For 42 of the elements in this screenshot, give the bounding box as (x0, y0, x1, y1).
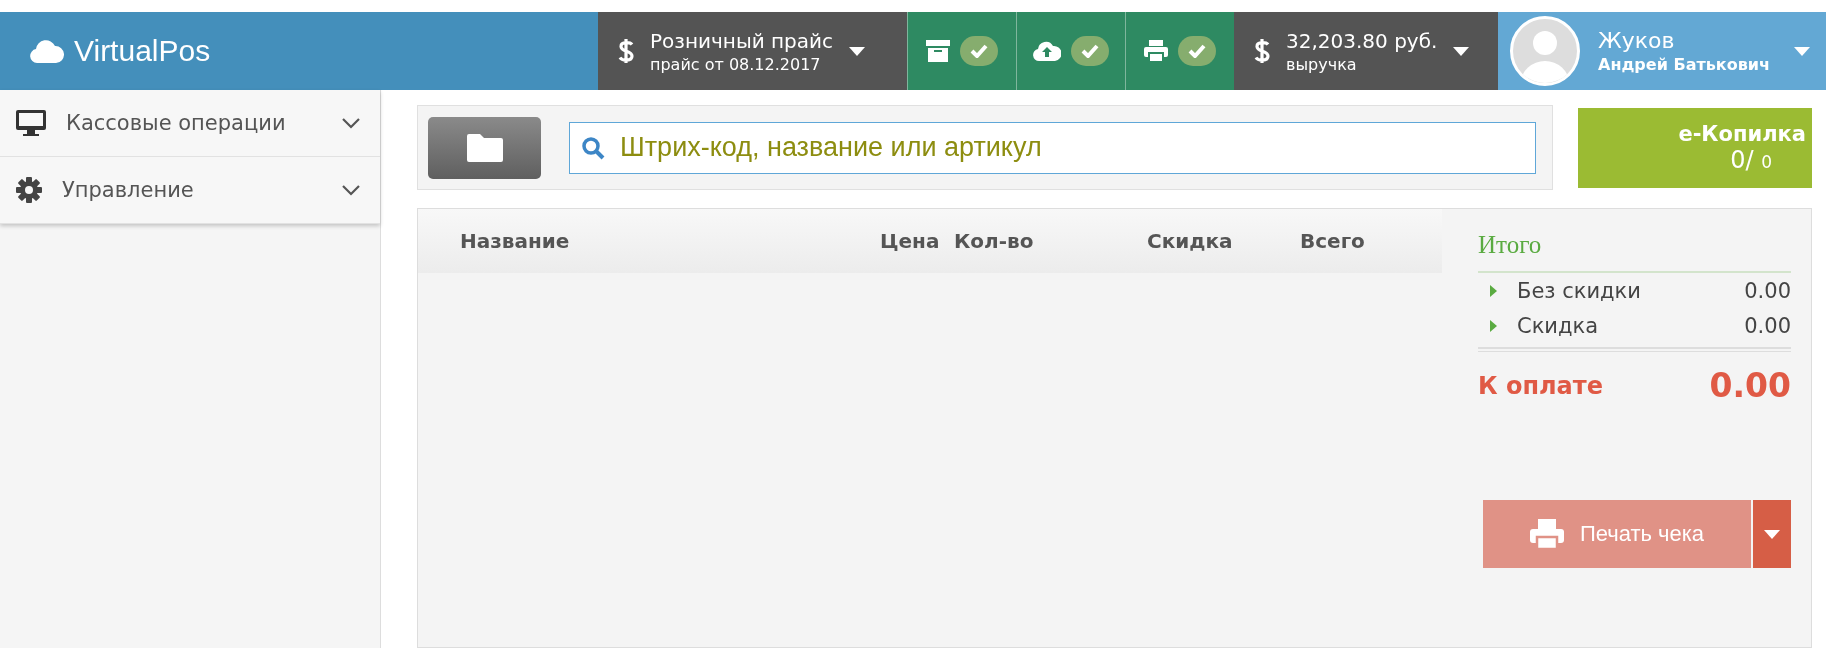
sidebar-item[interactable]: Кассовые операции (0, 90, 380, 157)
caret-icon (849, 46, 866, 56)
amount-due-value: 0.00 (1709, 366, 1791, 405)
dropdown-button[interactable] (1753, 500, 1791, 568)
column-header: Всего (1300, 229, 1366, 253)
price-list-dropdown[interactable]: Розничный прайс прайс от 08.12.2017 (598, 12, 907, 90)
total-value: 0.00 (1744, 278, 1791, 303)
column-header: Цена (880, 229, 941, 253)
sidebar-item[interactable]: Управление (0, 157, 380, 224)
caret-icon (1764, 529, 1780, 539)
status-button[interactable] (1125, 12, 1234, 90)
printer-icon (1529, 519, 1564, 549)
archive-box-icon (926, 40, 950, 62)
app-logo: VirtualPos (74, 34, 211, 68)
total-label: Скидка (1517, 313, 1600, 338)
status-button[interactable] (907, 12, 1016, 90)
caret-icon (1794, 46, 1810, 56)
folder-icon (466, 133, 503, 162)
column-header: Кол-во (954, 229, 1035, 253)
printer-icon (1144, 40, 1168, 62)
column-header: Скидка (1147, 229, 1234, 253)
total-label: Без скидки (1517, 278, 1642, 303)
total-value: 0.00 (1744, 313, 1791, 338)
triangle-icon (1490, 284, 1497, 297)
amount-due-label: К оплате (1478, 371, 1603, 400)
totals-title: Итого (1478, 231, 1791, 273)
caret-icon (1453, 46, 1470, 56)
search-icon (581, 135, 605, 160)
dollar-icon (618, 38, 634, 64)
piggy-bank-title: e-Копилка (1678, 122, 1806, 146)
gear-icon (16, 177, 42, 203)
search-field[interactable]: Штрих-код, название или артикул (569, 121, 1536, 174)
folder-button[interactable] (428, 116, 541, 179)
status-button[interactable] (1016, 12, 1125, 90)
dollar-icon (1254, 38, 1270, 64)
cloud-icon (30, 39, 64, 63)
revenue-dropdown[interactable]: 32,203.80 руб. выручка (1234, 12, 1498, 90)
cloud-upload-icon (1033, 41, 1061, 61)
monitor-icon (16, 110, 46, 136)
piggy-bank-value: 0/ 0 (1730, 146, 1773, 174)
triangle-icon (1490, 319, 1497, 332)
column-header: Название (460, 229, 571, 253)
